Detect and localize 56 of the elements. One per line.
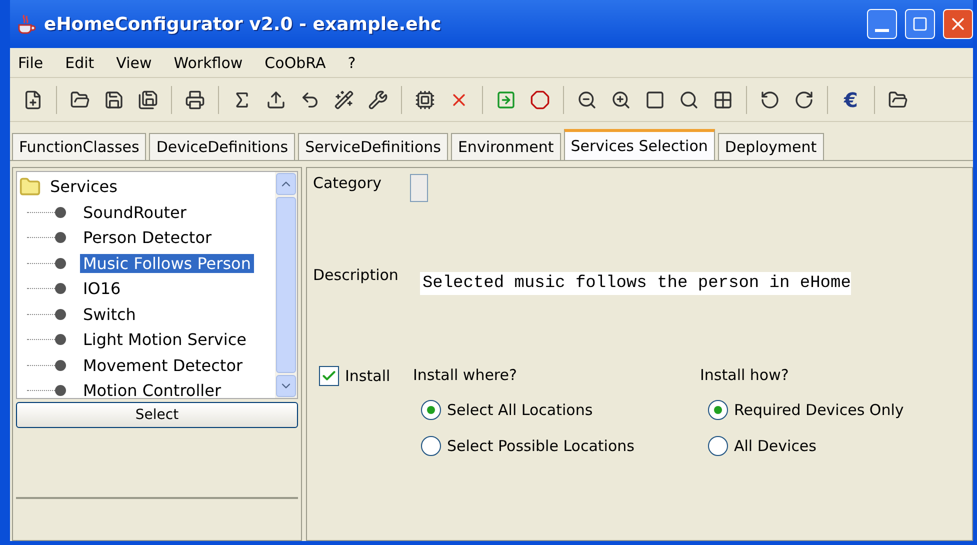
tree-item[interactable]: Person Detector — [80, 228, 215, 248]
menu-item[interactable]: File — [18, 54, 44, 72]
node-icon — [55, 385, 66, 396]
tree-item[interactable]: Services — [47, 177, 120, 196]
radio-label: Select All Locations — [447, 401, 593, 419]
scrollbar[interactable] — [275, 172, 297, 398]
radio-button[interactable] — [421, 436, 441, 456]
radio-label: All Devices — [734, 437, 816, 455]
category-field[interactable] — [410, 174, 428, 202]
tab[interactable]: ServiceDefinitions — [298, 133, 448, 160]
tree-item[interactable]: Music Follows Person — [80, 254, 254, 273]
folder-icon — [19, 176, 41, 198]
window-title: eHomeConfigurator v2.0 - example.ehc — [44, 14, 442, 34]
category-label: Category — [313, 174, 382, 192]
select-button[interactable]: Select — [16, 402, 298, 428]
group-label: Install how? — [700, 366, 790, 384]
tree-item[interactable]: Movement Detector — [80, 356, 246, 375]
maximize-button[interactable] — [905, 9, 935, 39]
tab[interactable]: DeviceDefinitions — [149, 133, 296, 160]
tab[interactable]: Environment — [450, 133, 561, 160]
minimize-icon — [875, 28, 889, 32]
radio-button[interactable] — [421, 400, 441, 420]
node-icon — [55, 232, 66, 244]
tab[interactable]: Deployment — [718, 133, 824, 160]
node-icon — [55, 206, 66, 218]
minimize-button[interactable] — [867, 9, 897, 39]
description-field[interactable]: Selected music follows the person in eHome — [420, 272, 851, 295]
install-label: Install — [345, 367, 390, 385]
close-button[interactable] — [943, 9, 973, 39]
description-label: Description — [313, 266, 398, 284]
radio-label: Select Possible Locations — [447, 437, 634, 455]
coffee-cup-icon — [16, 13, 36, 35]
menu-item[interactable]: ? — [348, 54, 356, 72]
tree-item[interactable]: Light Motion Service — [80, 330, 250, 350]
menu-item[interactable]: Edit — [65, 54, 94, 72]
radio-button[interactable] — [708, 400, 728, 420]
group-label: Install where? — [413, 366, 518, 384]
node-icon — [55, 308, 66, 320]
radio-label: Required Devices Only — [734, 401, 904, 419]
tree-item[interactable]: SoundRouter — [80, 202, 190, 222]
maximize-icon — [912, 16, 928, 32]
menu-item[interactable]: View — [116, 54, 152, 72]
node-icon — [55, 258, 66, 269]
menu-item[interactable]: Workflow — [174, 54, 243, 72]
euro-button[interactable]: € — [836, 88, 866, 112]
radio-button[interactable] — [708, 436, 728, 456]
tree-item[interactable]: Switch — [80, 304, 139, 324]
menu-item[interactable]: CoObRA — [264, 54, 326, 72]
node-icon — [55, 334, 66, 346]
node-icon — [55, 283, 66, 294]
install-checkbox[interactable] — [319, 366, 339, 386]
tree-item[interactable]: Motion Controller — [80, 381, 224, 398]
tab[interactable]: FunctionClasses — [12, 133, 146, 160]
tab[interactable]: Services Selection — [564, 129, 715, 160]
tree-item[interactable]: IO16 — [80, 279, 124, 298]
node-icon — [55, 360, 66, 371]
